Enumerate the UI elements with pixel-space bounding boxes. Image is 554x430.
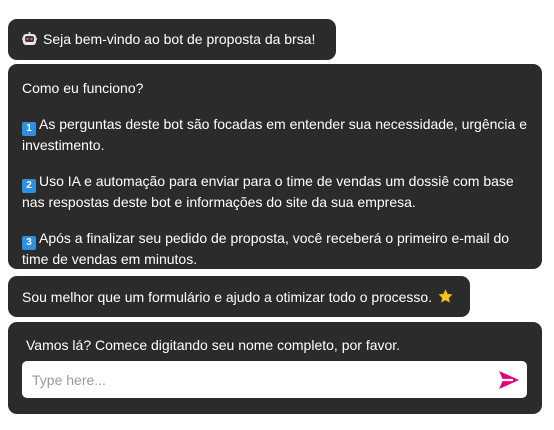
point-1-text: As perguntas deste bot são focadas em en… (22, 116, 527, 153)
prompt-text: Vamos lá? Comece digitando seu nome comp… (26, 337, 401, 353)
robot-icon (22, 32, 37, 45)
point-1: 1 As perguntas deste bot são focadas em e… (22, 115, 528, 154)
send-icon[interactable] (497, 368, 521, 392)
composer (22, 361, 527, 398)
star-icon (438, 289, 453, 303)
message-welcome: Seja bem-vindo ao bot de proposta da brs… (8, 19, 336, 60)
welcome-text: Seja bem-vindo ao bot de proposta da brs… (43, 31, 316, 47)
better-than-form-text: Sou melhor que um formulário e ajudo a o… (22, 289, 433, 305)
keycap-1-icon: 1 (22, 122, 36, 136)
message-how-it-works: Como eu funciono? 1 As perguntas deste bo… (8, 64, 542, 269)
keycap-3-icon: 3 (22, 236, 36, 250)
message-better-than-form: Sou melhor que um formulário e ajudo a o… (8, 276, 470, 317)
how-it-works-heading: Como eu funciono? (22, 80, 144, 96)
point-3: 3 Após a finalizar seu pedido de proposta… (22, 229, 528, 268)
chat-window: Seja bem-vindo ao bot de proposta da brs… (0, 0, 554, 430)
point-2-text: Uso IA e automação para enviar para o ti… (22, 173, 514, 210)
point-2: 2 Uso IA e automação para enviar para o t… (22, 172, 528, 211)
keycap-2-icon: 2 (22, 179, 36, 193)
message-prompt: Vamos lá? Comece digitando seu nome comp… (8, 322, 542, 414)
message-input[interactable] (22, 361, 482, 398)
point-3-text: Após a finalizar seu pedido de proposta,… (22, 230, 510, 267)
